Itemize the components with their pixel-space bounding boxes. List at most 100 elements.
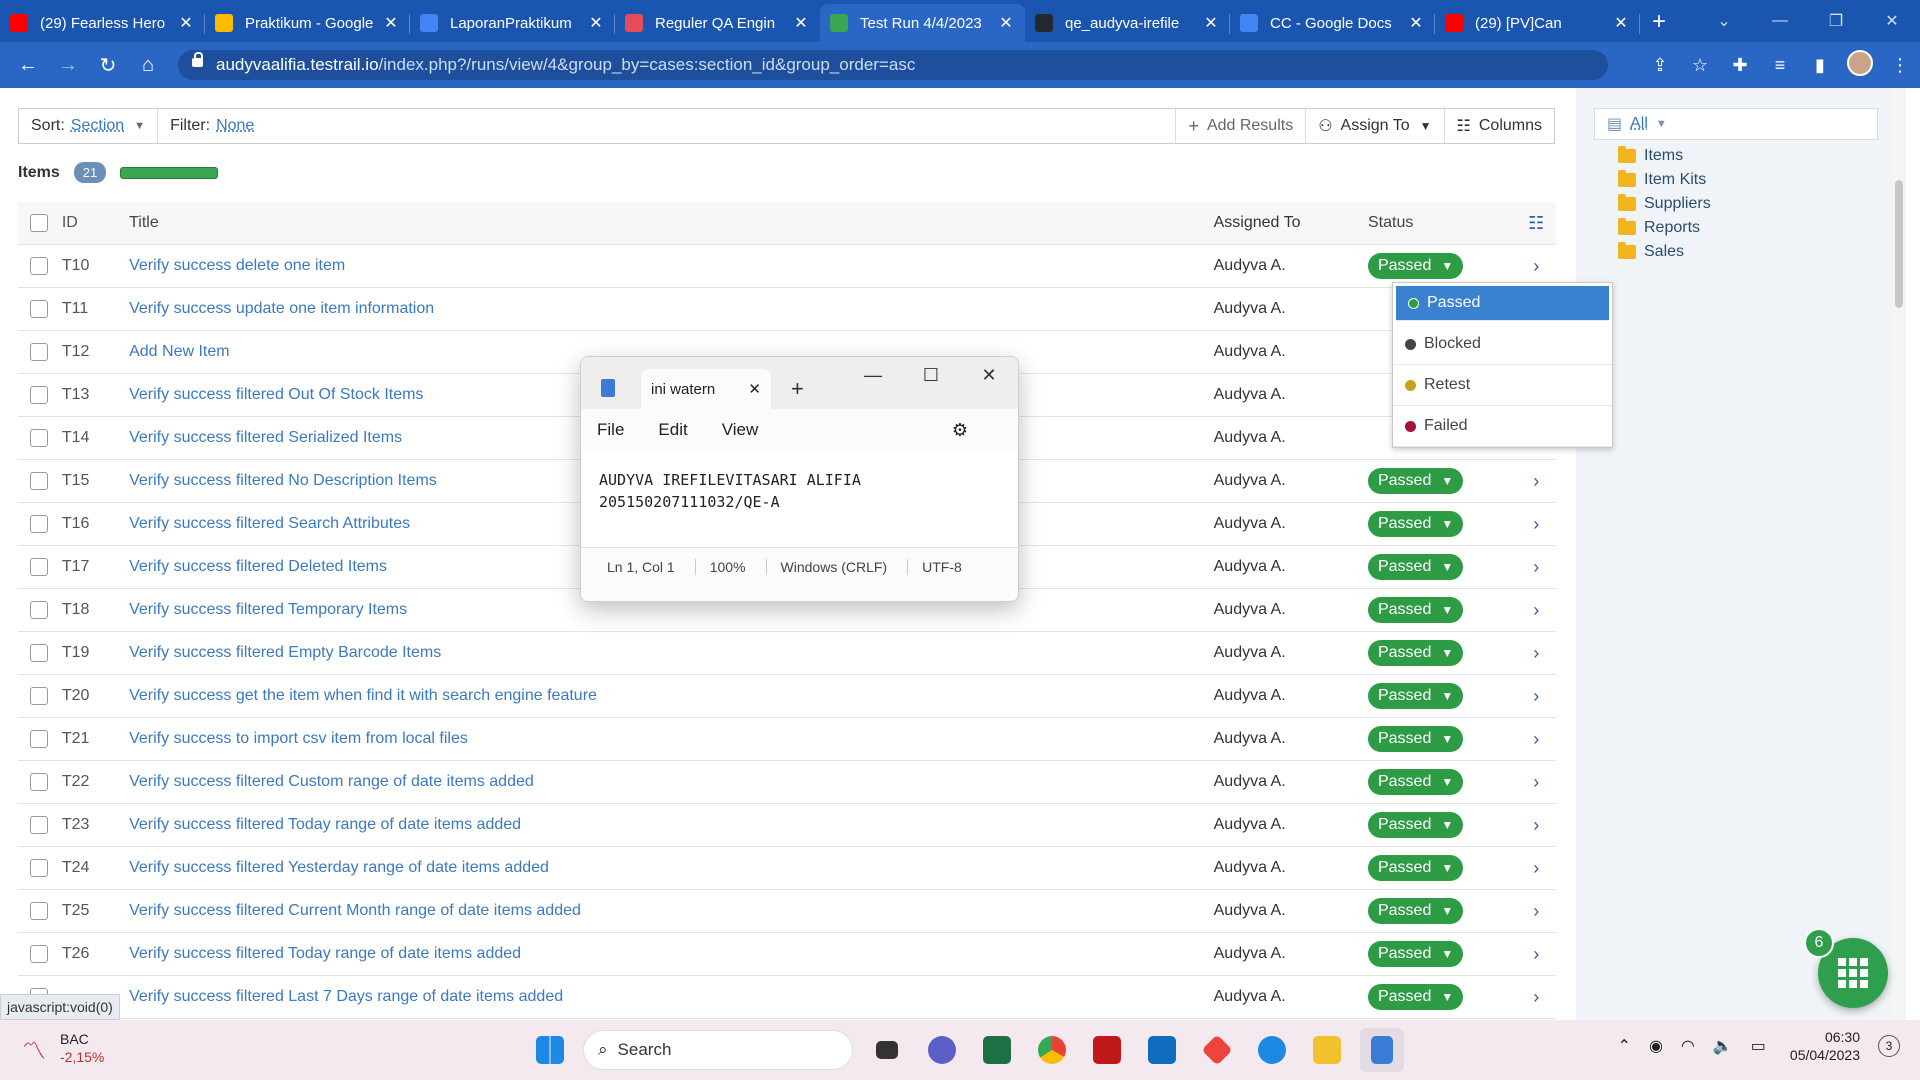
status-option-passed[interactable]: Passed <box>1396 286 1609 321</box>
add-results-button[interactable]: + Add Results <box>1175 109 1305 143</box>
browser-tab[interactable]: Test Run 4/4/2023 ✕ <box>820 4 1025 42</box>
anydesk-icon[interactable] <box>1195 1028 1239 1072</box>
status-option-failed[interactable]: Failed <box>1393 406 1612 447</box>
row-checkbox[interactable] <box>30 945 48 963</box>
status-pill[interactable]: Passed ▼ <box>1367 941 1464 967</box>
close-tab-icon[interactable]: ✕ <box>1407 13 1425 33</box>
side-panel-icon[interactable]: ▮ <box>1800 55 1840 76</box>
row-checkbox[interactable] <box>30 429 48 447</box>
filter-value[interactable]: None <box>216 117 254 135</box>
apps-fab-button[interactable]: 6 <box>1804 928 1888 1008</box>
header-status[interactable]: Status <box>1368 214 1516 232</box>
row-checkbox[interactable] <box>30 644 48 662</box>
browser-tab[interactable]: CC - Google Docs ✕ <box>1230 4 1435 42</box>
chevron-up-icon[interactable]: ⌃ <box>1618 1036 1631 1056</box>
row-checkbox[interactable] <box>30 773 48 791</box>
menu-kebab-icon[interactable]: ⋮ <box>1880 55 1920 76</box>
test-title-link[interactable]: Verify success get the item when find it… <box>129 687 1214 705</box>
table-row[interactable]: T21 Verify success to import csv item fro… <box>18 718 1556 761</box>
teams-chat-icon[interactable] <box>920 1028 964 1072</box>
tab-search-icon[interactable]: ⌄ <box>1696 11 1752 31</box>
test-id[interactable]: T12 <box>48 343 129 361</box>
table-row[interactable]: T20 Verify success get the item when find… <box>18 675 1556 718</box>
column-settings-icon[interactable]: ☷ <box>1516 213 1556 234</box>
profile-avatar[interactable] <box>1847 49 1873 76</box>
status-option-blocked[interactable]: Blocked <box>1393 324 1612 365</box>
close-tab-icon[interactable]: ✕ <box>748 380 761 398</box>
columns-button[interactable]: ☷ Columns <box>1443 109 1554 143</box>
new-tab-button[interactable]: + <box>1652 4 1666 42</box>
table-row[interactable]: T24 Verify success filtered Yesterday ran… <box>18 847 1556 890</box>
browser-tab[interactable]: (29) Fearless Hero ✕ <box>0 4 205 42</box>
chevron-right-icon[interactable]: › <box>1516 686 1556 707</box>
row-checkbox[interactable] <box>30 472 48 490</box>
scrollbar-thumb[interactable] <box>1895 180 1903 308</box>
status-pill[interactable]: Passed ▼ <box>1367 511 1464 537</box>
assign-to-button[interactable]: ⚇ Assign To ▼ <box>1305 109 1443 143</box>
close-button[interactable]: ✕ <box>960 357 1018 393</box>
test-id[interactable]: T22 <box>48 773 129 791</box>
browser-tab[interactable]: (29) [PV]Can ✕ <box>1435 4 1640 42</box>
back-icon[interactable]: ← <box>8 54 48 77</box>
status-option-retest[interactable]: Retest <box>1393 365 1612 406</box>
status-pill[interactable]: Passed ▼ <box>1367 468 1464 494</box>
settings-gear-icon[interactable]: ⚙ <box>952 420 968 441</box>
minimize-button[interactable]: — <box>844 357 902 393</box>
tree-item[interactable]: Reports <box>1618 216 1711 240</box>
excel-icon[interactable] <box>975 1028 1019 1072</box>
test-id[interactable]: T26 <box>48 945 129 963</box>
test-title-link[interactable]: Verify success update one item informati… <box>129 300 1214 318</box>
notepad-text-area[interactable]: AUDYVA IREFILEVITASARI ALIFIA 2051502071… <box>581 451 1018 547</box>
row-checkbox[interactable] <box>30 687 48 705</box>
stock-widget[interactable]: 〽 BAC -2,15% <box>22 1030 104 1066</box>
chevron-right-icon[interactable]: › <box>1516 944 1556 965</box>
row-checkbox[interactable] <box>30 300 48 318</box>
start-windows-icon[interactable] <box>528 1028 572 1072</box>
test-title-link[interactable]: Verify success filtered Yesterday range … <box>129 859 1214 877</box>
chevron-right-icon[interactable]: › <box>1516 557 1556 578</box>
share-icon[interactable]: ⇪ <box>1640 55 1680 76</box>
close-window-button[interactable]: ✕ <box>1864 11 1920 31</box>
help-icon[interactable] <box>1250 1028 1294 1072</box>
media-icon[interactable]: ≡ <box>1760 55 1800 76</box>
status-pill[interactable]: Passed ▼ <box>1367 769 1464 795</box>
table-row[interactable]: T26 Verify success filtered Today range o… <box>18 933 1556 976</box>
section-filter-select[interactable]: ▤ All ▼ <box>1594 108 1878 140</box>
status-pill[interactable]: Passed ▼ <box>1367 597 1464 623</box>
section-filter-value[interactable]: All <box>1630 115 1648 133</box>
close-tab-icon[interactable]: ✕ <box>587 13 605 33</box>
filter-control[interactable]: Filter: None <box>158 109 266 143</box>
table-row[interactable]: T25 Verify success filtered Current Month… <box>18 890 1556 933</box>
chevron-right-icon[interactable]: › <box>1516 815 1556 836</box>
chevron-right-icon[interactable]: › <box>1516 643 1556 664</box>
reload-icon[interactable]: ↻ <box>88 53 128 78</box>
test-title-link[interactable]: Verify success filtered Temporary Items <box>129 601 1214 619</box>
row-checkbox[interactable] <box>30 515 48 533</box>
chevron-right-icon[interactable]: › <box>1516 987 1556 1008</box>
status-pill[interactable]: Passed ▼ <box>1367 726 1464 752</box>
store-icon[interactable] <box>1140 1028 1184 1072</box>
chevron-right-icon[interactable]: › <box>1516 901 1556 922</box>
clock[interactable]: 06:30 05/04/2023 <box>1790 1028 1860 1064</box>
tree-item[interactable]: Items <box>1618 144 1711 168</box>
chevron-right-icon[interactable]: › <box>1516 729 1556 750</box>
test-id[interactable]: T17 <box>48 558 129 576</box>
test-id[interactable]: T23 <box>48 816 129 834</box>
test-title-link[interactable]: Verify success filtered Today range of d… <box>129 945 1214 963</box>
test-id[interactable]: T24 <box>48 859 129 877</box>
header-id[interactable]: ID <box>48 214 129 232</box>
chrome-icon[interactable] <box>1030 1028 1074 1072</box>
row-checkbox[interactable] <box>30 386 48 404</box>
table-row[interactable]: T23 Verify success filtered Today range o… <box>18 804 1556 847</box>
table-row[interactable]: T11 Verify success update one item inform… <box>18 288 1556 331</box>
status-pill[interactable]: Passed ▼ <box>1367 683 1464 709</box>
browser-tab[interactable]: Reguler QA Engin ✕ <box>615 4 820 42</box>
test-title-link[interactable]: Verify success filtered Current Month ra… <box>129 902 1214 920</box>
header-title[interactable]: Title <box>129 214 1214 232</box>
menu-edit[interactable]: Edit <box>658 420 687 440</box>
chevron-right-icon[interactable]: › <box>1516 600 1556 621</box>
task-view-icon[interactable] <box>865 1028 909 1072</box>
test-title-link[interactable]: Verify success delete one item <box>129 257 1214 275</box>
close-tab-icon[interactable]: ✕ <box>1202 13 1220 33</box>
notepad-taskbar-icon[interactable] <box>1360 1028 1404 1072</box>
